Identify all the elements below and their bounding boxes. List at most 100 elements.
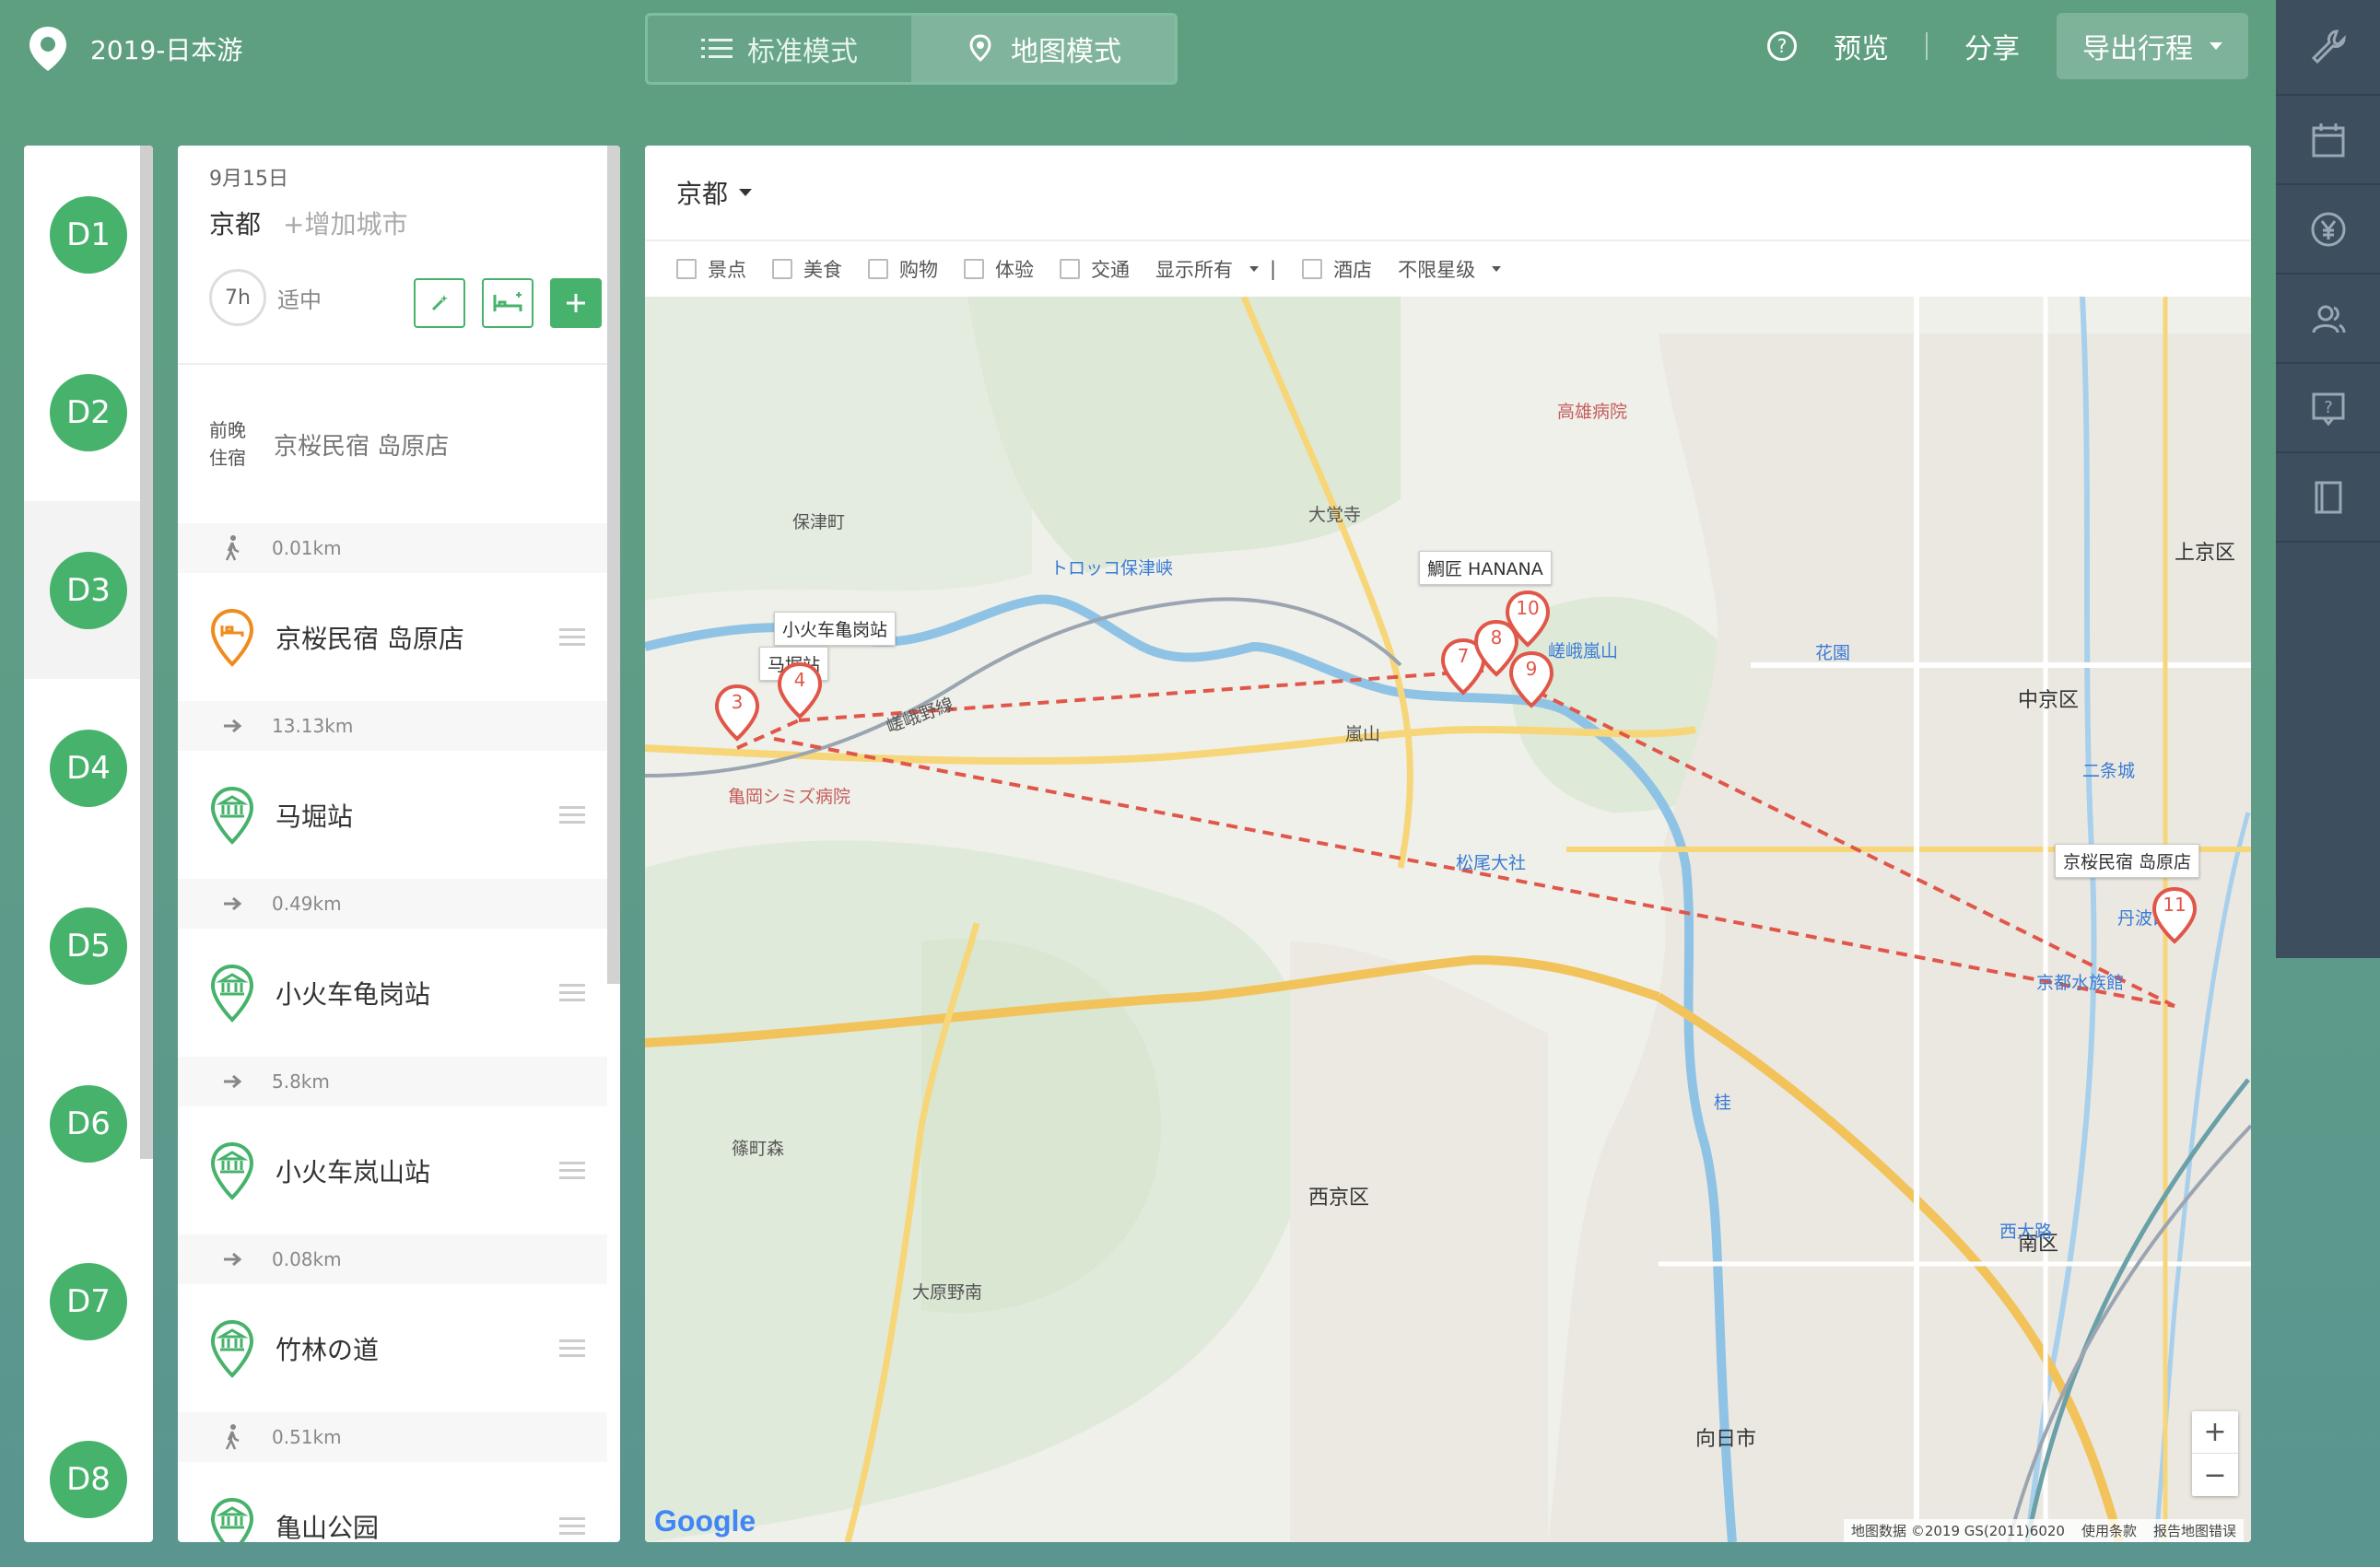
- zoom-in-button[interactable]: +: [2192, 1411, 2238, 1454]
- filter-transport[interactable]: 交通: [1060, 255, 1130, 283]
- tab-map-label: 地图模式: [1011, 36, 1121, 68]
- day-badge: D1: [50, 195, 127, 274]
- stop-item[interactable]: 小火车龟岗站: [178, 929, 607, 1057]
- app-title: 2019-日本游: [90, 35, 243, 65]
- scrollbar[interactable]: [607, 146, 620, 984]
- rail-guide[interactable]: [2276, 453, 2380, 543]
- map-callout[interactable]: 小火车亀岗站: [774, 612, 897, 646]
- map-label: 西大路: [1999, 1222, 2053, 1242]
- stay-label: 前晚 住宿: [209, 416, 246, 472]
- drag-handle-icon[interactable]: [559, 801, 585, 828]
- drag-handle-icon[interactable]: [559, 624, 585, 650]
- export-button[interactable]: 导出行程: [2057, 13, 2248, 79]
- right-toolbar: ?: [2276, 0, 2380, 958]
- drag-handle-icon[interactable]: [559, 979, 585, 1006]
- transit-row: 0.01km: [178, 523, 607, 573]
- filter-hotel[interactable]: 酒店: [1302, 255, 1372, 283]
- drag-handle-icon[interactable]: [559, 1157, 585, 1184]
- day-item[interactable]: D8: [24, 1390, 153, 1542]
- add-city-link[interactable]: +增加城市: [283, 205, 407, 241]
- route-marker[interactable]: 9: [1507, 650, 1555, 709]
- itinerary-city-row: 京都 +增加城市: [209, 205, 589, 241]
- magic-wand-button[interactable]: [414, 278, 465, 328]
- bed-icon: [493, 292, 522, 311]
- day-item[interactable]: D2: [24, 323, 153, 501]
- day-item[interactable]: D7: [24, 1212, 153, 1390]
- day-item[interactable]: D6: [24, 1035, 153, 1212]
- day-item[interactable]: D5: [24, 857, 153, 1035]
- stop-item[interactable]: 京桜民宿 岛原店: [178, 573, 607, 701]
- rail-faq[interactable]: ?: [2276, 364, 2380, 453]
- stop-item[interactable]: 亀山公园: [178, 1462, 607, 1542]
- map-panel: 京都 景点 美食 购物 体验 交通 显示所有 | 酒店 不限星级 保津町 トロッ…: [645, 146, 2251, 1542]
- transit-row: 5.8km: [178, 1057, 607, 1106]
- stay-name[interactable]: 京桜民宿 岛原店: [274, 427, 449, 462]
- route-marker[interactable]: 11: [2151, 886, 2198, 945]
- day-item[interactable]: D1: [24, 146, 153, 323]
- filter-food[interactable]: 美食: [772, 255, 842, 283]
- map-label: 保津町: [792, 512, 846, 532]
- stop-item[interactable]: 竹林の道: [178, 1284, 607, 1412]
- transit-distance: 0.49km: [272, 893, 342, 915]
- route-marker[interactable]: 3: [713, 684, 761, 743]
- show-all-select[interactable]: 显示所有 |: [1155, 255, 1276, 283]
- filter-sights[interactable]: 景点: [676, 255, 746, 283]
- day-item[interactable]: D4: [24, 679, 153, 857]
- scrollbar[interactable]: [140, 146, 153, 1159]
- itinerary-tools: [414, 278, 602, 328]
- station-pin-icon: [210, 1497, 254, 1542]
- checkbox[interactable]: [1060, 259, 1080, 279]
- stop-item[interactable]: 小火车岚山站: [178, 1106, 607, 1234]
- checkbox[interactable]: [1302, 259, 1323, 279]
- yen-icon: [2311, 212, 2345, 246]
- map-canvas[interactable]: 保津町 トロッコ保津峡 大原野南 西京区 中京区 上京区 南区 向日市 嵐山 松…: [645, 297, 2251, 1542]
- map-label: 向日市: [1695, 1428, 1757, 1451]
- zoom-out-button[interactable]: −: [2192, 1454, 2238, 1496]
- marker-number: 9: [1525, 658, 1538, 680]
- map-city-select[interactable]: 京都: [645, 146, 2251, 241]
- route-marker[interactable]: 4: [776, 661, 824, 720]
- terms-link[interactable]: 使用条款: [2081, 1521, 2137, 1540]
- book-icon: [2315, 481, 2341, 513]
- map-callout[interactable]: 京桜民宿 岛原店: [2055, 844, 2200, 878]
- checkbox[interactable]: [772, 259, 792, 279]
- drag-handle-icon[interactable]: [559, 1513, 585, 1539]
- preview-link[interactable]: 预览: [1834, 26, 1889, 66]
- chevron-down-icon: [1249, 266, 1259, 272]
- report-link[interactable]: 报告地图错误: [2153, 1521, 2236, 1540]
- stop-name: 马堀站: [276, 801, 354, 832]
- stop-name: 京桜民宿 岛原店: [276, 623, 464, 654]
- map-label: 京都水族館: [2036, 973, 2125, 993]
- calendar-icon: [2312, 123, 2344, 157]
- top-actions: ? 预览 分享 导出行程: [1767, 13, 2248, 79]
- stay-label-line: 前晚: [209, 419, 246, 441]
- filter-experience[interactable]: 体验: [964, 255, 1034, 283]
- rail-budget[interactable]: [2276, 185, 2380, 275]
- map-label: 松尾大社: [1456, 853, 1527, 873]
- checkbox[interactable]: [676, 259, 697, 279]
- route-marker[interactable]: 10: [1504, 590, 1552, 649]
- add-hotel-button[interactable]: [482, 278, 533, 328]
- tab-map-mode[interactable]: 地图模式: [911, 16, 1175, 82]
- rail-calendar[interactable]: [2276, 96, 2380, 185]
- stop-item[interactable]: 马堀站: [178, 751, 607, 879]
- days-list: D1 D2 D3 D4 D5 D6 D7 D8: [24, 146, 153, 1542]
- users-icon: [2312, 305, 2345, 333]
- drag-handle-icon[interactable]: [559, 1335, 585, 1362]
- rail-tools[interactable]: [2276, 0, 2380, 96]
- star-rating-select[interactable]: 不限星级: [1398, 255, 1502, 283]
- day-badge: D4: [50, 729, 127, 807]
- checkbox[interactable]: [868, 259, 888, 279]
- help-icon[interactable]: ?: [1767, 31, 1797, 61]
- share-link[interactable]: 分享: [1964, 26, 2020, 66]
- rail-companions[interactable]: [2276, 275, 2380, 364]
- map-callout[interactable]: 鯛匠 HANANA: [1419, 551, 1552, 585]
- tab-standard-mode[interactable]: 标准模式: [648, 16, 911, 82]
- checkbox[interactable]: [964, 259, 984, 279]
- itinerary-city[interactable]: 京都: [209, 205, 261, 241]
- previous-night-stay: 前晚 住宿 京桜民宿 岛原店: [178, 365, 620, 523]
- transit-distance: 0.51km: [272, 1426, 342, 1448]
- add-stop-button[interactable]: [550, 278, 602, 328]
- filter-shopping[interactable]: 购物: [868, 255, 938, 283]
- day-item-selected[interactable]: D3: [24, 501, 153, 679]
